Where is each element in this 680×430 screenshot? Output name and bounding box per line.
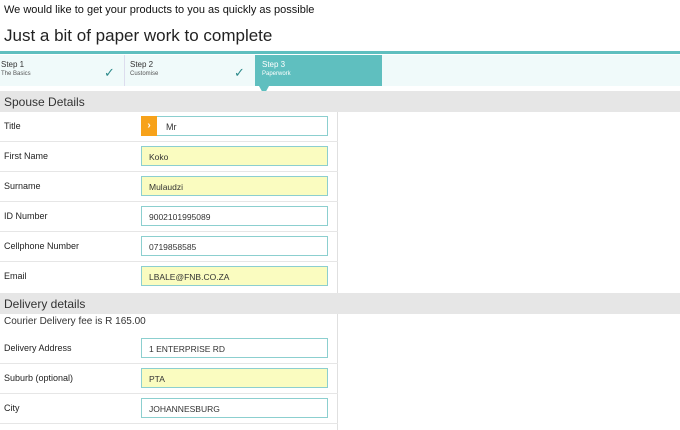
step-3-title: Step 3 — [262, 60, 286, 69]
city-row: City JOHANNESBURG — [0, 394, 338, 424]
delivery-address-label: Delivery Address — [4, 343, 72, 353]
suburb-row: Suburb (optional) PTA — [0, 364, 338, 394]
spouse-details-header: Spouse Details — [0, 91, 680, 112]
first-name-row: First Name Koko — [0, 142, 338, 172]
step-divider — [124, 55, 125, 86]
city-field[interactable]: JOHANNESBURG — [141, 398, 328, 418]
header-rule — [0, 51, 680, 54]
delivery-details-header: Delivery details — [0, 293, 680, 314]
cellphone-label: Cellphone Number — [4, 241, 80, 251]
id-number-row: ID Number 9002101995089 — [0, 202, 338, 232]
email-field[interactable]: LBALE@FNB.CO.ZA — [141, 266, 328, 286]
delivery-details-form: Delivery Address 1 ENTERPRISE RD Suburb … — [0, 314, 338, 430]
step-3-subtitle: Paperwork — [262, 71, 291, 77]
step-3[interactable]: Step 3 Paperwork — [255, 55, 382, 86]
email-label: Email — [4, 271, 27, 281]
cellphone-field[interactable]: 0719858585 — [141, 236, 328, 256]
page-title: Just a bit of paper work to complete — [4, 26, 273, 45]
suburb-label: Suburb (optional) — [4, 373, 74, 383]
courier-fee-text: Courier Delivery fee is R 165.00 — [4, 316, 146, 327]
cellphone-row: Cellphone Number 0719858585 — [0, 232, 338, 262]
email-row: Email LBALE@FNB.CO.ZA — [0, 262, 338, 292]
step-2[interactable]: Step 2 Customise ✓ — [130, 55, 254, 86]
check-icon: ✓ — [104, 65, 115, 80]
suburb-field[interactable]: PTA — [141, 368, 328, 388]
first-name-label: First Name — [4, 151, 49, 161]
surname-label: Surname — [4, 181, 41, 191]
surname-field[interactable]: Mulaudzi — [141, 176, 328, 196]
spouse-details-form: Title Mr › First Name Koko Surname Mulau… — [0, 112, 338, 293]
progress-steps: Step 1 The Basics ✓ Step 2 Customise ✓ S… — [0, 55, 680, 86]
id-number-label: ID Number — [4, 211, 48, 221]
delivery-address-row: Delivery Address 1 ENTERPRISE RD — [0, 334, 338, 364]
surname-row: Surname Mulaudzi — [0, 172, 338, 202]
check-icon: ✓ — [234, 65, 245, 80]
chevron-right-icon[interactable]: › — [141, 116, 157, 136]
title-label: Title — [4, 121, 21, 131]
title-row: Title Mr › — [0, 112, 338, 142]
title-select[interactable]: Mr — [141, 116, 328, 136]
city-label: City — [4, 403, 20, 413]
step-1[interactable]: Step 1 The Basics ✓ — [0, 55, 124, 86]
intro-text: We would like to get your products to yo… — [4, 4, 315, 16]
id-number-field[interactable]: 9002101995089 — [141, 206, 328, 226]
first-name-field[interactable]: Koko — [141, 146, 328, 166]
delivery-address-field[interactable]: 1 ENTERPRISE RD — [141, 338, 328, 358]
